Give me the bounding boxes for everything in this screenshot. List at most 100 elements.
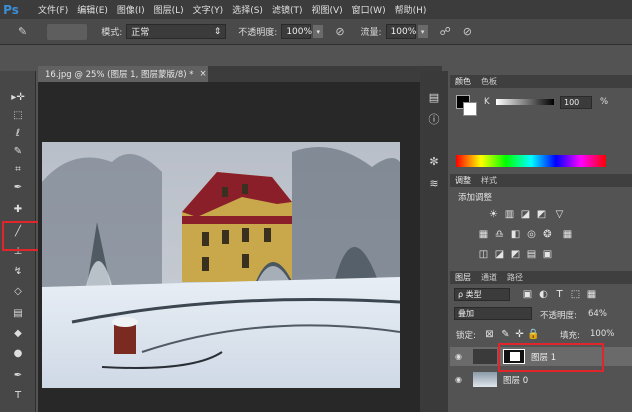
- pressure-size-icon[interactable]: ⊘: [463, 25, 472, 38]
- tab-styles[interactable]: 样式: [476, 175, 502, 186]
- fill-value[interactable]: 100%: [590, 329, 614, 339]
- layer-row-0[interactable]: ◉ 图层 0: [450, 370, 632, 389]
- airbrush-icon[interactable]: ☍: [440, 25, 451, 38]
- opacity-field[interactable]: 100%: [281, 24, 312, 39]
- hue-saturation-icon[interactable]: ▦: [478, 229, 489, 240]
- lock-all-icon[interactable]: 🔒: [527, 329, 539, 340]
- brush-tool-icon[interactable]: ✎: [18, 25, 27, 38]
- threshold-icon[interactable]: ◩: [510, 249, 521, 260]
- layer-filter-value: ρ 类型: [458, 290, 482, 299]
- tab-adjustments[interactable]: 调整: [450, 175, 476, 186]
- lock-pixels-icon[interactable]: ✎: [500, 329, 511, 340]
- type-tool-icon[interactable]: T: [8, 387, 28, 403]
- marquee-tool-icon[interactable]: ⬚: [8, 107, 28, 123]
- document-image[interactable]: [42, 142, 400, 388]
- black-white-icon[interactable]: ◧: [510, 229, 521, 240]
- lasso-tool-icon[interactable]: ℓ: [8, 125, 28, 141]
- background-color-swatch[interactable]: [463, 102, 477, 116]
- opacity-label: 不透明度:: [238, 28, 278, 38]
- eraser-tool-icon[interactable]: ◇: [8, 283, 28, 299]
- visibility-eye-icon[interactable]: ◉: [455, 352, 467, 361]
- move-tool-icon[interactable]: ▸✛: [8, 89, 28, 105]
- healing-brush-tool-icon[interactable]: ✚: [8, 201, 28, 217]
- vibrance-icon[interactable]: ▽: [554, 209, 565, 220]
- tab-layers[interactable]: 图层: [450, 272, 476, 283]
- app-logo: Ps: [3, 2, 19, 17]
- color-spectrum[interactable]: [456, 155, 606, 167]
- quick-select-tool-icon[interactable]: ✎: [8, 143, 28, 159]
- pen-tool-icon[interactable]: ✒: [8, 367, 28, 383]
- gradient-map-icon[interactable]: ▤: [526, 249, 537, 260]
- menu-filter[interactable]: 滤镜(T): [272, 3, 303, 16]
- brush-panel-icon[interactable]: ≋: [426, 175, 442, 191]
- right-panels: 颜色 色板 K 100 % 调整 样式 添加调整 ☀ ▥ ◪ ◩ ▽ ▦ ♎ ◧…: [450, 71, 632, 412]
- layers-panel-tabs: 图层 通道 路径: [450, 271, 632, 284]
- channel-mixer-icon[interactable]: ❂: [542, 229, 553, 240]
- info-icon[interactable]: ⓘ: [426, 111, 442, 127]
- layer-filter-select[interactable]: ρ 类型: [454, 288, 510, 301]
- flow-dropdown-icon[interactable]: ▾: [417, 25, 428, 38]
- menu-window[interactable]: 窗口(W): [352, 3, 386, 16]
- document-tab[interactable]: 16.jpg @ 25% (图层 1, 图层蒙版/8) * ×: [38, 66, 208, 82]
- chevron-updown-icon: ⇕: [213, 26, 222, 37]
- history-icon[interactable]: ▤: [426, 89, 442, 105]
- layer-opacity-value[interactable]: 64%: [588, 309, 607, 319]
- layer-opacity-label: 不透明度:: [540, 311, 577, 321]
- channel-label: K: [484, 97, 490, 107]
- tab-color[interactable]: 颜色: [450, 76, 476, 87]
- menu-select[interactable]: 选择(S): [232, 3, 263, 16]
- mode-label: 模式:: [101, 28, 123, 38]
- close-icon[interactable]: ×: [200, 69, 207, 79]
- selective-color-icon[interactable]: ▣: [542, 249, 553, 260]
- flow-label: 流量:: [360, 28, 382, 38]
- crop-tool-icon[interactable]: ⌗: [8, 161, 28, 177]
- tab-swatches[interactable]: 色板: [476, 76, 502, 87]
- menu-layer[interactable]: 图层(L): [154, 3, 184, 16]
- pressure-opacity-icon[interactable]: ⊘: [335, 25, 344, 38]
- color-balance-icon[interactable]: ♎: [494, 229, 505, 240]
- filter-smart-object-icon[interactable]: ▦: [586, 289, 597, 300]
- blur-tool-icon[interactable]: ◆: [8, 325, 28, 341]
- k-slider[interactable]: [496, 99, 554, 105]
- curves-icon[interactable]: ◪: [520, 209, 531, 220]
- color-lookup-icon[interactable]: ▦: [562, 229, 573, 240]
- k-unit: %: [600, 97, 609, 107]
- brightness-icon[interactable]: ☀: [488, 209, 499, 220]
- filter-shape-icon[interactable]: ⬚: [570, 289, 581, 300]
- brush-preset-picker[interactable]: [47, 23, 88, 40]
- exposure-icon[interactable]: ◩: [536, 209, 547, 220]
- invert-icon[interactable]: ◫: [478, 249, 489, 260]
- mode-select[interactable]: 正常 ⇕: [126, 24, 227, 39]
- lock-position-icon[interactable]: ✛: [514, 329, 525, 340]
- menu-help[interactable]: 帮助(H): [395, 3, 427, 16]
- eyedropper-tool-icon[interactable]: ✒: [8, 179, 28, 195]
- k-value-field[interactable]: 100: [560, 96, 592, 109]
- fill-label: 填充:: [560, 331, 580, 341]
- filter-adjustment-icon[interactable]: ◐: [538, 289, 549, 300]
- layer-highlight: [498, 343, 604, 372]
- blend-mode-select[interactable]: 叠加: [454, 307, 532, 320]
- dodge-tool-icon[interactable]: ●: [8, 345, 28, 361]
- options-bar: ✎ 模式: 正常 ⇕ 不透明度: 100% ▾ ⊘ 流量: 100% ▾ ☍ ⊘: [0, 19, 632, 45]
- history-brush-tool-icon[interactable]: ↯: [8, 263, 28, 279]
- tab-channels[interactable]: 通道: [476, 272, 502, 283]
- opacity-dropdown-icon[interactable]: ▾: [313, 25, 324, 38]
- posterize-icon[interactable]: ◪: [494, 249, 505, 260]
- layer-name-0[interactable]: 图层 0: [503, 374, 528, 386]
- menu-type[interactable]: 文字(Y): [193, 3, 224, 16]
- flow-field[interactable]: 100%: [385, 24, 416, 39]
- menu-image[interactable]: 图像(I): [117, 3, 145, 16]
- menu-view[interactable]: 视图(V): [311, 3, 342, 16]
- lock-transparency-icon[interactable]: ⊠: [484, 329, 495, 340]
- menu-file[interactable]: 文件(F): [38, 3, 68, 16]
- canvas-area[interactable]: [38, 82, 442, 412]
- menu-edit[interactable]: 编辑(E): [77, 3, 108, 16]
- brush-preset-icon[interactable]: ✼: [426, 153, 442, 169]
- filter-type-icon[interactable]: T: [554, 289, 565, 300]
- filter-pixel-icon[interactable]: ▣: [522, 289, 533, 300]
- levels-icon[interactable]: ▥: [504, 209, 515, 220]
- visibility-eye-icon[interactable]: ◉: [455, 375, 467, 384]
- tab-paths[interactable]: 路径: [502, 272, 528, 283]
- photo-filter-icon[interactable]: ◎: [526, 229, 537, 240]
- gradient-tool-icon[interactable]: ▤: [8, 305, 28, 321]
